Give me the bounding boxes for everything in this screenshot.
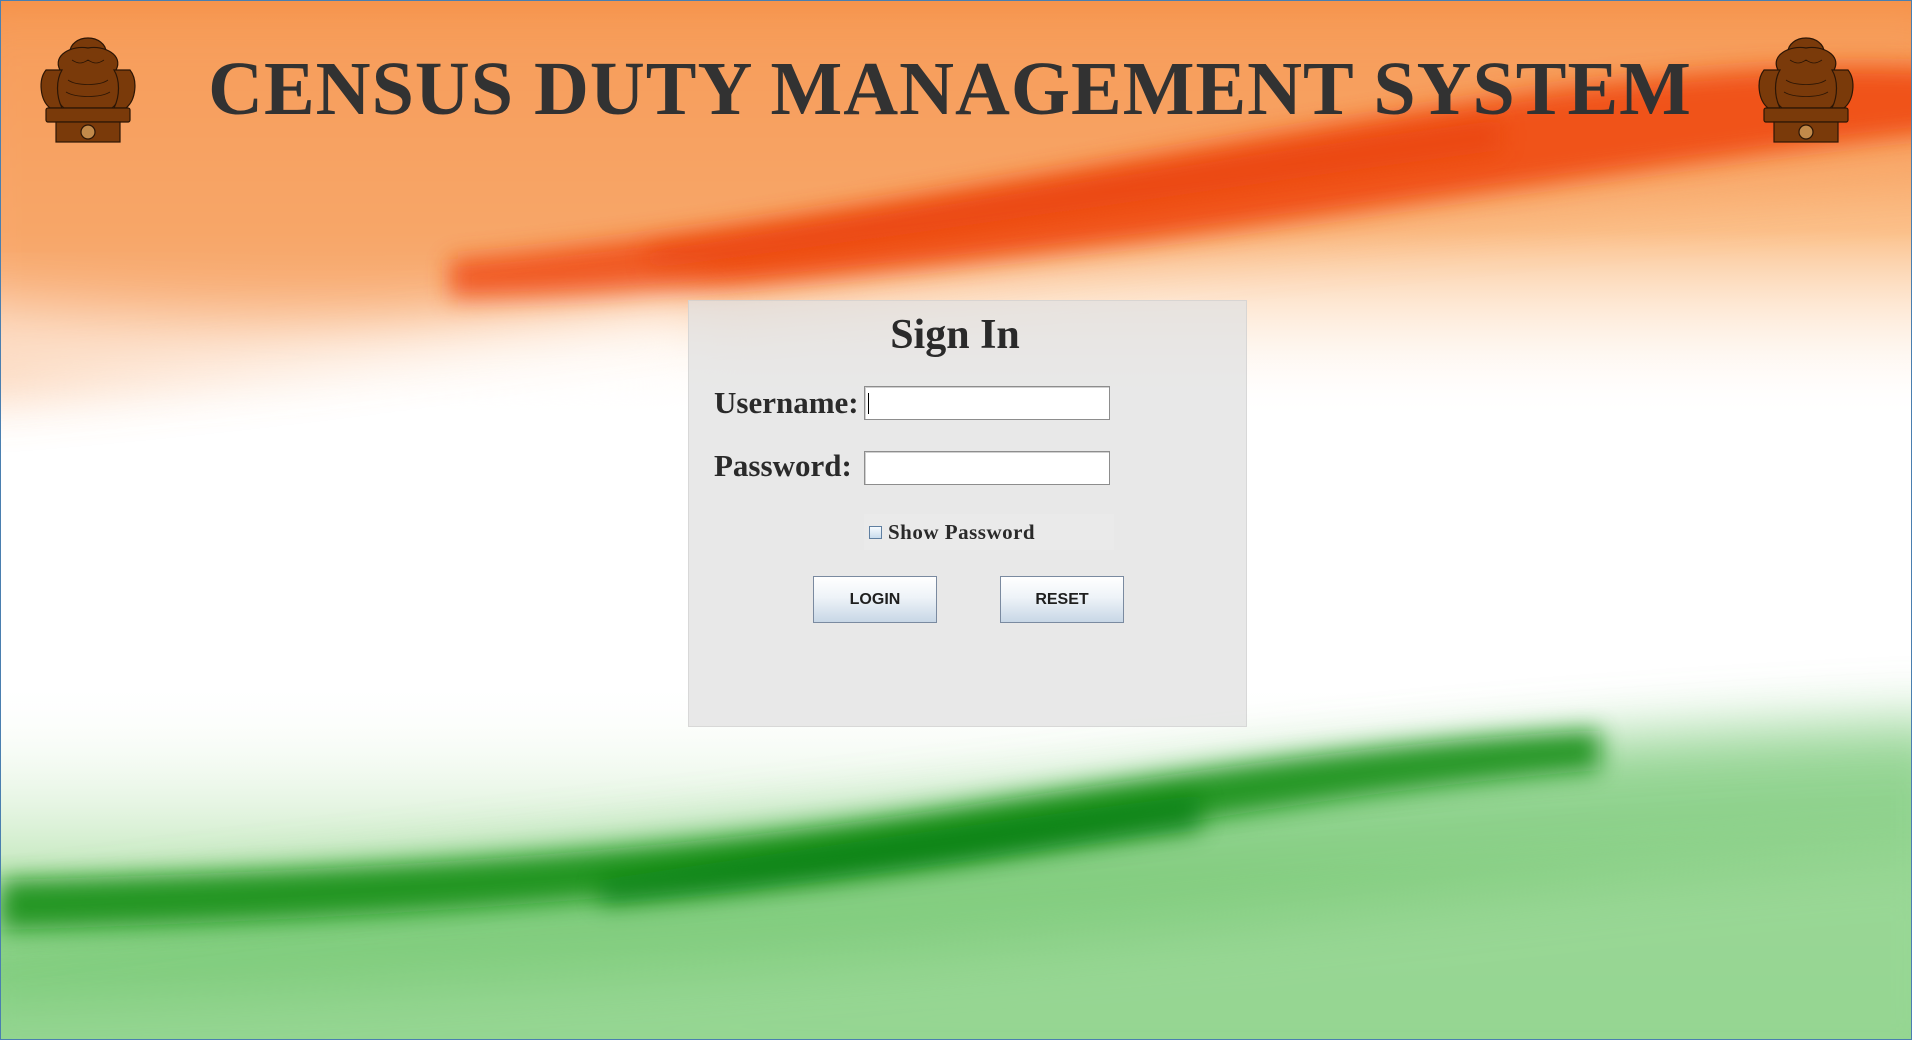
national-emblem-icon (1750, 30, 1862, 172)
username-input[interactable] (864, 386, 1110, 420)
signin-heading: Sign In (890, 312, 1020, 358)
show-password-label: Show Password (888, 519, 1036, 544)
signin-panel: Sign In Username: Password: Show Passwor… (688, 300, 1247, 727)
password-label: Password: (714, 448, 852, 483)
text-caret (868, 393, 869, 414)
login-button[interactable]: LOGIN (813, 576, 937, 623)
show-password-toggle[interactable]: Show Password (864, 514, 1114, 550)
reset-button[interactable]: RESET (1000, 576, 1124, 623)
password-input[interactable] (864, 451, 1110, 485)
national-emblem-icon (32, 30, 144, 172)
app-title: CENSUS DUTY MANAGEMENT SYSTEM (208, 47, 1692, 131)
show-password-checkbox[interactable] (869, 525, 882, 539)
username-label: Username: (714, 385, 859, 420)
